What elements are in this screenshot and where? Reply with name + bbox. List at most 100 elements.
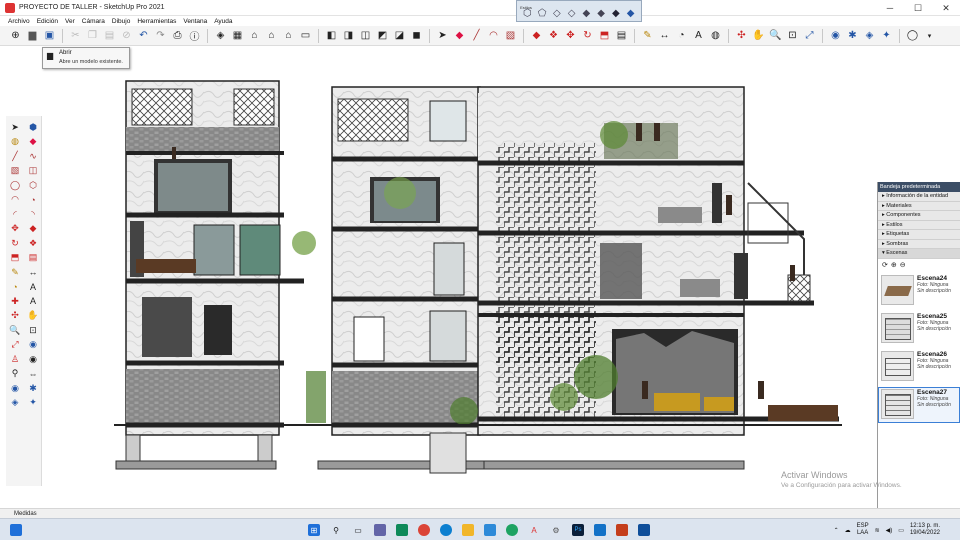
language-indicator[interactable]: ESP LAA — [857, 523, 869, 537]
warehouse-icon[interactable]: ◉ — [828, 28, 843, 43]
chevron-down-icon[interactable]: ▾ — [922, 28, 937, 43]
rotate-tool-icon[interactable]: ↻ — [580, 28, 595, 43]
arc-icon[interactable]: ◠ — [6, 193, 24, 208]
zoom-tool-icon[interactable]: 🔍 — [768, 28, 783, 43]
extension-warehouse-icon[interactable]: ✱ — [24, 381, 42, 396]
top-view-icon[interactable]: ▦ — [230, 28, 245, 43]
search-icon[interactable]: ⚲ — [330, 524, 342, 536]
rotated-rectangle-icon[interactable]: ◫ — [24, 164, 42, 179]
dimension-tool-icon[interactable]: ↔ — [657, 28, 672, 43]
pan-tool-icon[interactable]: ✋ — [751, 28, 766, 43]
monochrome-icon[interactable]: ◆ — [610, 7, 622, 19]
section-plane-icon[interactable]: ⇔ — [24, 367, 42, 382]
two-point-arc-icon[interactable]: ◜ — [6, 207, 24, 222]
sketchup-taskbar-icon[interactable] — [638, 524, 650, 536]
iso-view-icon[interactable]: ◈ — [213, 28, 228, 43]
front-view-icon[interactable]: ⌂ — [247, 28, 262, 43]
photos-icon[interactable] — [484, 524, 496, 536]
model-info-icon[interactable]: ⓘ — [187, 28, 202, 43]
paste-icon[interactable]: ▤ — [102, 28, 117, 43]
layout-icon[interactable]: ◈ — [862, 28, 877, 43]
chat-icon[interactable] — [374, 524, 386, 536]
clock[interactable]: 12:13 p. m. 19/04/2022 — [910, 523, 940, 537]
acrobat-icon[interactable]: A — [528, 524, 540, 536]
push-pull-tool-icon[interactable]: ◆ — [529, 28, 544, 43]
paint-icon[interactable]: ◍ — [6, 135, 24, 150]
scene-item[interactable]: Escena26 Foto: Ninguna Sin descripción — [878, 349, 960, 385]
3d-text-icon[interactable]: A — [24, 294, 42, 309]
rectangle-icon[interactable]: ▧ — [6, 164, 24, 179]
orbit-icon[interactable]: ✣ — [6, 309, 24, 324]
copy-icon[interactable]: ❐ — [85, 28, 100, 43]
section-components[interactable]: ▸ Componentes — [878, 211, 960, 221]
remove-scene-icon[interactable]: ⊖ — [900, 261, 906, 269]
chrome-profile-icon[interactable] — [506, 524, 518, 536]
back-edges-style-icon[interactable]: ◨ — [341, 28, 356, 43]
hidden-line-icon[interactable]: ◇ — [566, 7, 578, 19]
move-tool-icon[interactable]: ✥ — [563, 28, 578, 43]
maximize-button[interactable]: ☐ — [904, 0, 932, 16]
textured-icon[interactable]: ◆ — [595, 7, 607, 19]
scale-icon[interactable]: ⬒ — [6, 251, 24, 266]
menu-ayuda[interactable]: Ayuda — [214, 18, 232, 25]
section-tags[interactable]: ▸ Etiquetas — [878, 230, 960, 240]
position-camera-icon[interactable]: ♙ — [6, 352, 24, 367]
wifi-icon[interactable]: ≋ — [875, 527, 880, 534]
axes-icon[interactable]: ✚ — [6, 294, 24, 309]
redo-icon[interactable]: ↷ — [153, 28, 168, 43]
rectangle-tool-icon[interactable]: ▧ — [503, 28, 518, 43]
line-tool-icon[interactable]: ╱ — [469, 28, 484, 43]
left-view-icon[interactable]: ▭ — [298, 28, 313, 43]
zoom-extents-tool-icon[interactable]: ⤢ — [802, 28, 817, 43]
minimize-button[interactable]: ─ — [876, 0, 904, 16]
scene-item-selected[interactable]: Escena27 Foto: Ninguna Sin descripción — [878, 386, 960, 423]
new-file-icon[interactable]: ⊕ — [8, 28, 23, 43]
back-view-icon[interactable]: ⌂ — [281, 28, 296, 43]
menu-camara[interactable]: Cámara — [82, 18, 105, 25]
photoshop-icon[interactable]: Ps — [572, 524, 584, 536]
edge-icon[interactable] — [440, 524, 452, 536]
pie-icon[interactable]: ◔ — [24, 193, 42, 208]
menu-herramientas[interactable]: Herramientas — [137, 18, 176, 25]
powerpoint-icon[interactable] — [616, 524, 628, 536]
section-shadows[interactable]: ▸ Sombras — [878, 239, 960, 249]
extension-warehouse-icon[interactable]: ✱ — [845, 28, 860, 43]
shaded-textures-icon[interactable]: ◆ — [625, 7, 637, 19]
section-styles[interactable]: ▸ Estilos — [878, 220, 960, 230]
warehouse-icon[interactable]: ◉ — [6, 381, 24, 396]
volume-icon[interactable]: ◀) — [886, 527, 893, 534]
orbit-tool-icon[interactable]: ✣ — [734, 28, 749, 43]
freehand-icon[interactable]: ∿ — [24, 149, 42, 164]
scene-item[interactable]: Escena25 Foto: Ninguna Sin descripción — [878, 311, 960, 347]
dimension-icon[interactable]: ↔ — [24, 265, 42, 280]
battery-icon[interactable]: ▭ — [898, 527, 904, 534]
print-icon[interactable]: ⎙ — [170, 28, 185, 43]
previous-view-icon[interactable]: ◉ — [24, 338, 42, 353]
zoom-window-tool-icon[interactable]: ⊡ — [785, 28, 800, 43]
hidden-line-style-icon[interactable]: ◩ — [375, 28, 390, 43]
refresh-icon[interactable]: ⟳ — [882, 261, 888, 269]
menu-ventana[interactable]: Ventana — [183, 18, 207, 25]
scale-tool-icon[interactable]: ⬒ — [597, 28, 612, 43]
text-icon[interactable]: A — [24, 280, 42, 295]
shaded-style-icon[interactable]: ◪ — [392, 28, 407, 43]
text-tool-icon[interactable]: A — [691, 28, 706, 43]
zoom-extents-icon[interactable]: ⤢ — [6, 338, 24, 353]
push-pull-icon[interactable]: ◆ — [24, 222, 42, 237]
look-around-icon[interactable]: ◉ — [24, 352, 42, 367]
save-icon[interactable]: ▣ — [42, 28, 57, 43]
right-view-icon[interactable]: ⌂ — [264, 28, 279, 43]
zoom-icon[interactable]: 🔍 — [6, 323, 24, 338]
select-icon[interactable]: ➤ — [6, 120, 24, 135]
paint-bucket-tool-icon[interactable]: ◍ — [708, 28, 723, 43]
walk-icon[interactable]: ⚲ — [6, 367, 24, 382]
select-tool-icon[interactable]: ➤ — [435, 28, 450, 43]
offset-icon[interactable]: ▤ — [24, 251, 42, 266]
close-button[interactable]: ✕ — [932, 0, 960, 16]
menu-dibujo[interactable]: Dibujo — [112, 18, 130, 25]
section-entity-info[interactable]: ▸ Información de la entidad — [878, 192, 960, 202]
drawing-viewport[interactable] — [44, 47, 876, 503]
undo-icon[interactable]: ↶ — [136, 28, 151, 43]
chrome-icon[interactable] — [418, 524, 430, 536]
section-scenes[interactable]: ▾ Escenas — [878, 249, 960, 259]
